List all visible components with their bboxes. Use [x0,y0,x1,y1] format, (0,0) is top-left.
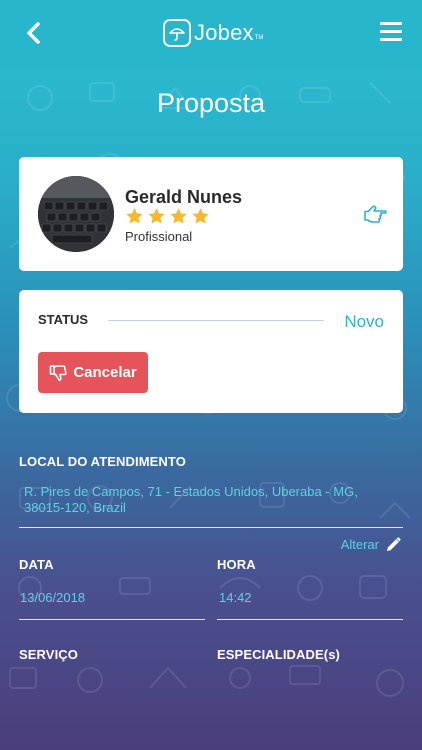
status-divider [108,320,324,321]
pencil-icon [387,537,401,551]
location-label: LOCAL DO ATENDIMENTO [19,454,186,469]
avatar [38,176,114,252]
top-bar: Jobex TM [0,0,422,68]
date-label: DATA [19,557,54,572]
professional-role: Profissional [125,229,193,244]
time-value[interactable]: 14:42 [219,590,252,606]
pointing-hand-icon[interactable] [363,203,387,225]
page-title: Proposta [156,88,266,118]
professional-name: Gerald Nunes [125,187,243,207]
thumbs-down-icon [50,364,67,381]
cancel-button-label: Cancelar [73,364,137,381]
status-label: STATUS [38,312,89,327]
back-button[interactable] [18,18,48,48]
logo-text: Jobex [194,20,254,45]
chevron-left-icon [27,22,40,44]
address-line-1: R. Pires de Campos, 71 - Estados Unidos,… [24,484,358,499]
star-icon [148,208,165,224]
date-value[interactable]: 13/06/2018 [20,590,85,606]
alter-schedule-link[interactable]: Alterar [341,535,403,553]
date-underline [19,619,205,620]
umbrella-logo-icon [163,19,191,47]
star-icon [170,208,187,224]
service-label: SERVIÇO [19,647,78,662]
app-logo: Jobex TM [163,18,263,48]
status-badge: Novo [344,312,384,331]
address-line-2: 38015-120, Brazil [24,500,126,515]
star-icon [192,208,209,224]
professional-card[interactable]: Gerald Nunes Profissional [19,157,403,271]
hamburger-menu-icon[interactable] [380,22,402,42]
specialty-label: ESPECIALIDADE(s) [217,647,340,662]
cancel-button[interactable]: Cancelar [38,352,148,393]
location-underline [19,527,403,528]
star-icon [126,208,143,224]
rating-stars [125,207,210,226]
time-underline [217,619,403,620]
time-label: HORA [217,557,256,572]
logo-trademark: TM [254,35,264,41]
status-card: STATUS Novo Cancelar [19,290,403,413]
alter-label: Alterar [340,536,379,552]
